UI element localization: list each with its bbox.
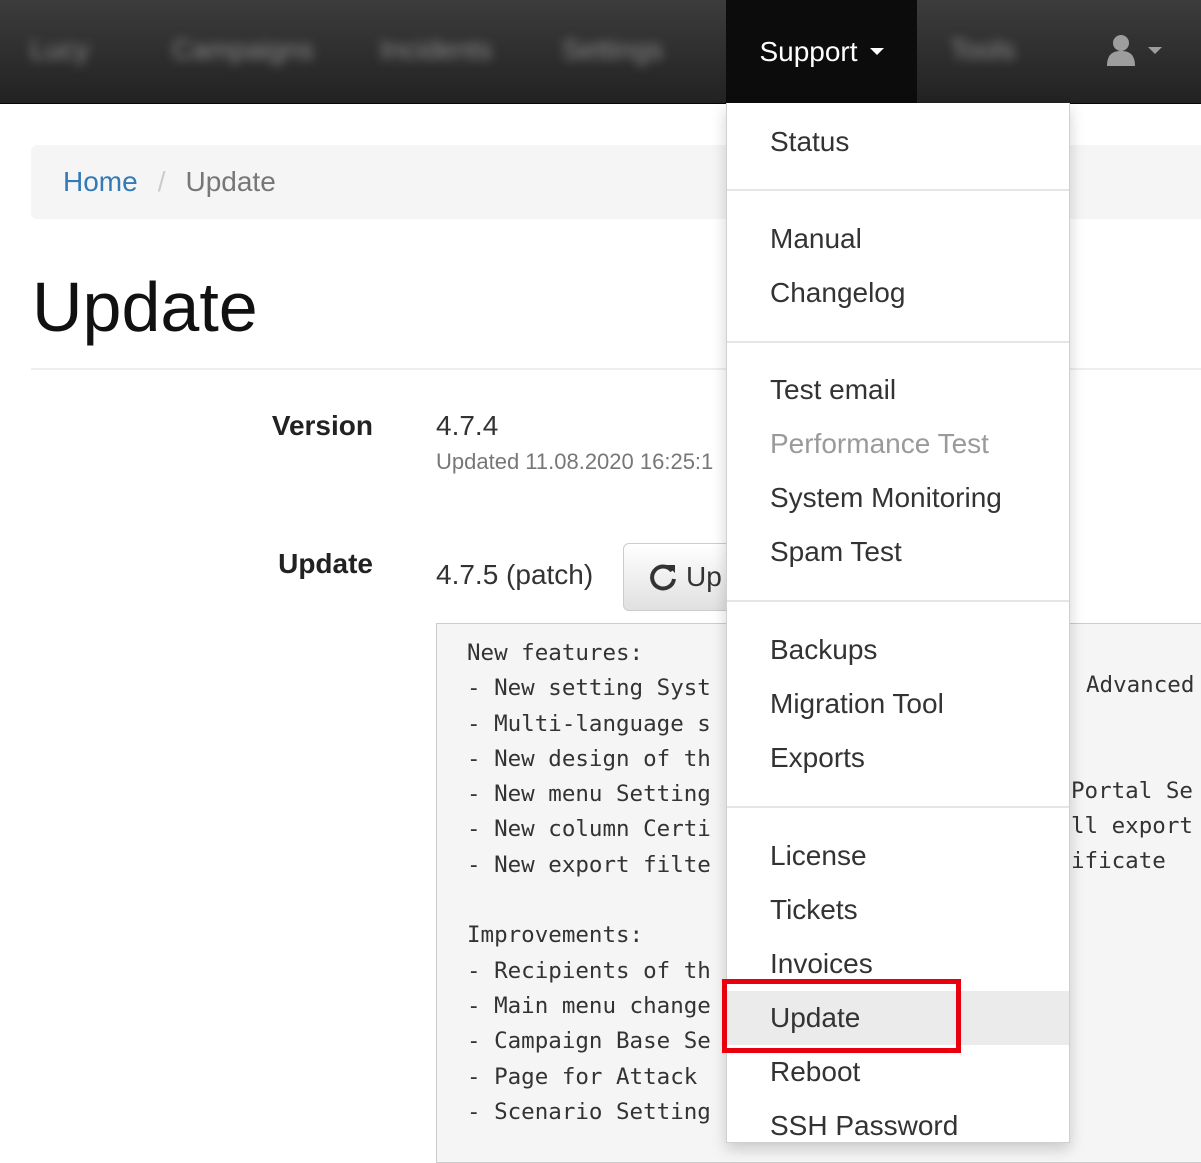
menu-item-backups[interactable]: Backups: [727, 623, 1069, 677]
menu-item-update[interactable]: Update: [727, 991, 1069, 1045]
nav-item-settings[interactable]: Settings: [562, 30, 663, 70]
refresh-icon: [650, 564, 676, 591]
page-title: Update: [32, 268, 258, 346]
menu-divider: [727, 600, 1069, 602]
menu-item-test-email[interactable]: Test email: [727, 363, 1069, 417]
nav-item-campaigns[interactable]: Campaigns: [172, 30, 314, 70]
changelog-fragment: Advanced: [1086, 672, 1195, 698]
nav-item-support[interactable]: Support: [726, 0, 917, 103]
top-navbar: Lucy Campaigns Incidents Settings Tools …: [0, 0, 1201, 104]
menu-item-license[interactable]: License: [727, 829, 1069, 883]
changelog-fragment: Portal Se: [1071, 778, 1193, 804]
user-icon: [1107, 35, 1135, 66]
changelog-fragment: ificate: [1071, 848, 1166, 874]
version-updated-text: Updated 11.08.2020 16:25:1: [436, 449, 714, 474]
support-label: Support: [759, 35, 858, 67]
menu-item-performance-test: Performance Test: [770, 428, 989, 459]
update-version-value: 4.7.5 (patch): [436, 559, 594, 590]
nav-item-tools[interactable]: Tools: [950, 30, 1015, 70]
breadcrumb-separator: /: [157, 166, 166, 197]
nav-item-incidents[interactable]: Incidents: [380, 30, 492, 70]
breadcrumb-current: Update: [185, 166, 276, 197]
changelog-fragment: ll export: [1071, 813, 1193, 839]
chevron-down-icon: [869, 48, 884, 55]
menu-item-system-monitoring[interactable]: System Monitoring: [727, 471, 1069, 525]
menu-item-invoices[interactable]: Invoices: [727, 937, 1069, 991]
menu-item-migration-tool[interactable]: Migration Tool: [727, 677, 1069, 731]
menu-item-reboot[interactable]: Reboot: [727, 1045, 1069, 1099]
chevron-down-icon: [1148, 46, 1162, 54]
support-dropdown-menu: Status Manual Changelog Test email Perfo…: [726, 103, 1070, 1143]
breadcrumb-home-link[interactable]: Home: [63, 166, 138, 198]
menu-divider: [727, 189, 1069, 191]
menu-item-spam-test[interactable]: Spam Test: [727, 525, 1069, 579]
menu-item-ssh-password[interactable]: SSH Password: [727, 1099, 1069, 1153]
run-update-button-label: Up: [686, 561, 722, 592]
menu-item-manual[interactable]: Manual: [727, 212, 1069, 266]
user-menu[interactable]: [1104, 30, 1162, 70]
nav-item-lucy[interactable]: Lucy: [30, 30, 89, 70]
menu-item-changelog[interactable]: Changelog: [727, 266, 1069, 320]
update-label: Update: [278, 548, 373, 579]
menu-divider: [727, 341, 1069, 343]
menu-divider: [727, 806, 1069, 808]
version-value: 4.7.4: [436, 410, 499, 441]
menu-item-status[interactable]: Status: [727, 115, 1069, 169]
menu-item-tickets[interactable]: Tickets: [727, 883, 1069, 937]
version-label: Version: [271, 410, 373, 441]
menu-item-exports[interactable]: Exports: [727, 731, 1069, 785]
